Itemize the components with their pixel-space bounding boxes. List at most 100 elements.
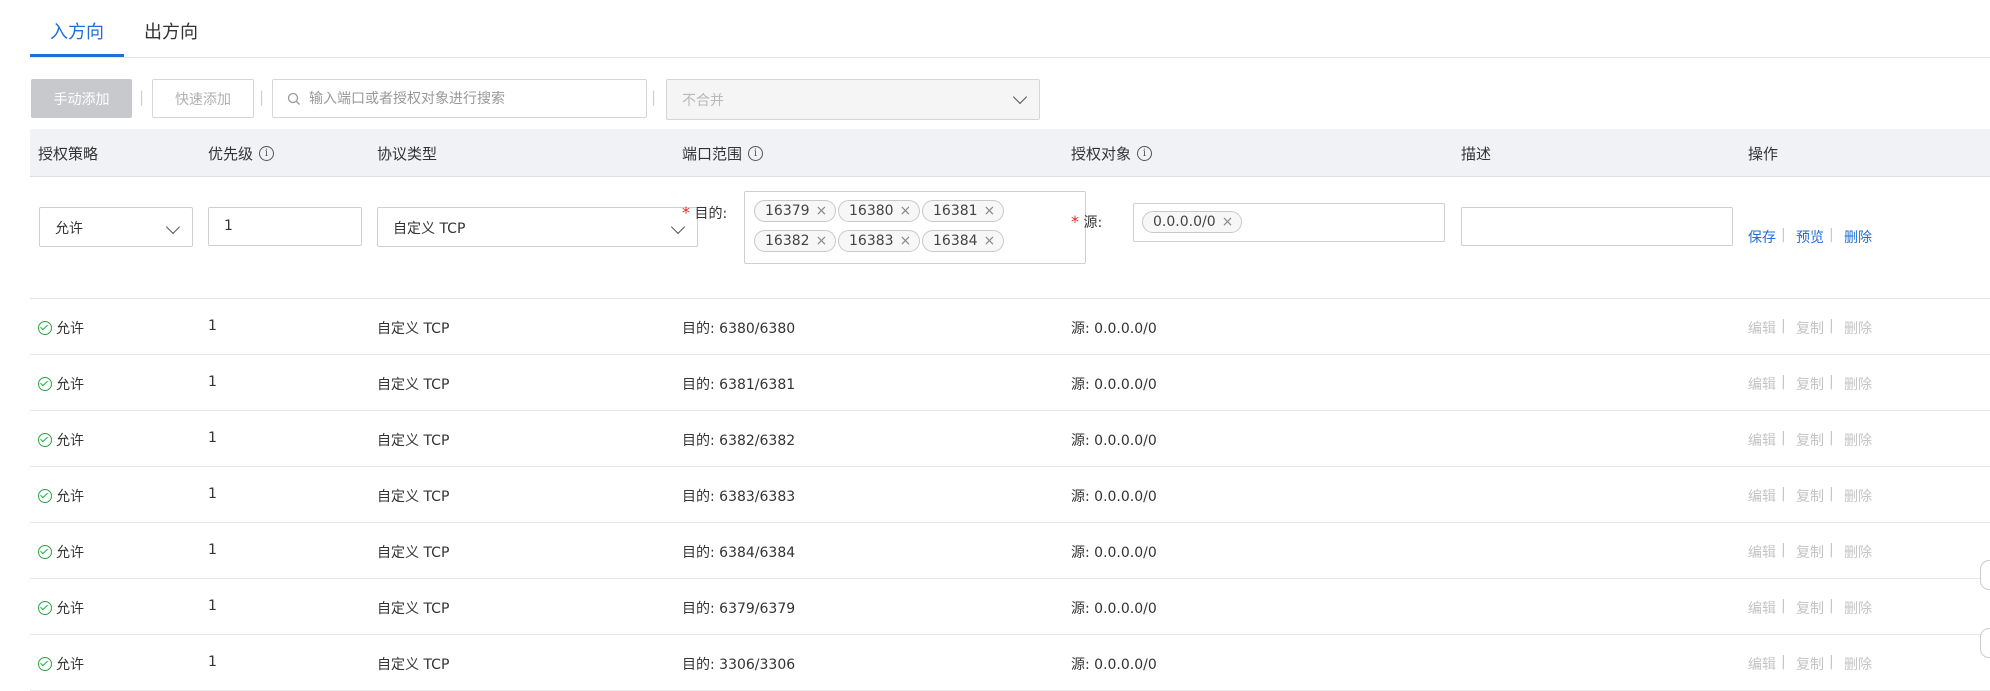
- protocol-cell: 自定义 TCP: [377, 321, 450, 337]
- search-icon: [287, 92, 300, 105]
- info-icon[interactable]: i: [1137, 146, 1153, 161]
- edit-link[interactable]: 编辑: [1748, 486, 1776, 506]
- delete-link[interactable]: 删除: [1844, 374, 1872, 394]
- check-circle-icon: [38, 657, 52, 671]
- src-label: * 源:: [1071, 212, 1103, 231]
- copy-link[interactable]: 复制: [1796, 598, 1824, 618]
- delete-link[interactable]: 删除: [1844, 486, 1872, 506]
- copy-link[interactable]: 复制: [1796, 486, 1824, 506]
- copy-link[interactable]: 复制: [1796, 430, 1824, 450]
- dest-label: * 目的:: [682, 203, 728, 222]
- policy-select[interactable]: 允许: [39, 207, 193, 247]
- priority-cell: 1: [208, 542, 217, 558]
- src-tags-input[interactable]: 0.0.0.0/0 ×: [1133, 203, 1445, 242]
- protocol-cell: 自定义 TCP: [377, 545, 450, 561]
- policy-cell: 允许: [38, 374, 84, 394]
- scroll-handle[interactable]: [1980, 628, 1990, 658]
- action-separator: |: [1781, 318, 1786, 334]
- tab-outbound[interactable]: 出方向: [144, 18, 198, 44]
- toolbar-separator: |: [651, 88, 657, 106]
- edit-link[interactable]: 编辑: [1748, 374, 1776, 394]
- delete-link[interactable]: 删除: [1844, 430, 1872, 450]
- edit-link[interactable]: 编辑: [1748, 654, 1776, 674]
- manual-add-button[interactable]: 手动添加: [31, 79, 132, 118]
- action-separator: |: [1781, 486, 1786, 502]
- close-icon[interactable]: ×: [816, 233, 828, 249]
- close-icon[interactable]: ×: [984, 233, 996, 249]
- edit-link[interactable]: 编辑: [1748, 430, 1776, 450]
- port-cell: 目的: 6383/6383: [682, 489, 796, 505]
- col-auth-object: 授权对象 i: [1071, 143, 1153, 164]
- col-port-range: 端口范围 i: [682, 143, 764, 164]
- port-tag: 16379 ×: [754, 200, 837, 222]
- save-link[interactable]: 保存: [1748, 227, 1776, 247]
- action-separator: |: [1829, 486, 1834, 502]
- copy-link[interactable]: 复制: [1796, 542, 1824, 562]
- priority-cell: 1: [208, 318, 217, 334]
- chevron-down-icon: [165, 219, 181, 235]
- protocol-cell: 自定义 TCP: [377, 601, 450, 617]
- check-circle-icon: [38, 489, 52, 503]
- info-icon[interactable]: i: [748, 146, 764, 161]
- table-row: 允许 1 自定义 TCP 目的: 6384/6384 源: 0.0.0.0/0 编辑 | 复制…: [30, 522, 1990, 579]
- policy-cell: 允许: [38, 318, 84, 338]
- dest-port-tags-input[interactable]: 16379 × 16380 × 16381 × 16382 × 16383 × 16384…: [744, 191, 1086, 264]
- source-cell: 源: 0.0.0.0/0: [1071, 321, 1157, 337]
- action-separator: |: [1829, 542, 1834, 558]
- policy-cell: 允许: [38, 486, 84, 506]
- delete-link[interactable]: 删除: [1844, 654, 1872, 674]
- copy-link[interactable]: 复制: [1796, 374, 1824, 394]
- close-icon[interactable]: ×: [900, 233, 912, 249]
- policy-cell: 允许: [38, 430, 84, 450]
- priority-input[interactable]: 1: [208, 207, 362, 246]
- edit-link[interactable]: 编辑: [1748, 318, 1776, 338]
- delete-link[interactable]: 删除: [1844, 542, 1872, 562]
- col-priority: 优先级 i: [208, 143, 275, 164]
- source-cell: 源: 0.0.0.0/0: [1071, 657, 1157, 673]
- action-separator: |: [1781, 430, 1786, 446]
- close-icon[interactable]: ×: [984, 203, 996, 219]
- port-cell: 目的: 6380/6380: [682, 321, 796, 337]
- action-separator: |: [1829, 374, 1834, 390]
- port-cell: 目的: 6382/6382: [682, 433, 796, 449]
- close-icon[interactable]: ×: [900, 203, 912, 219]
- delete-link[interactable]: 删除: [1844, 318, 1872, 338]
- edit-link[interactable]: 编辑: [1748, 542, 1776, 562]
- table-row: 允许 1 自定义 TCP 目的: 6381/6381 源: 0.0.0.0/0 编辑 | 复制…: [30, 354, 1990, 411]
- port-tag: 16380 ×: [838, 200, 921, 222]
- description-input[interactable]: [1461, 207, 1733, 246]
- action-separator: |: [1781, 542, 1786, 558]
- copy-link[interactable]: 复制: [1796, 654, 1824, 674]
- source-cell: 源: 0.0.0.0/0: [1071, 489, 1157, 505]
- scroll-handle[interactable]: [1980, 560, 1990, 590]
- col-description: 描述: [1461, 145, 1492, 163]
- merge-select-value: 不合并: [682, 93, 724, 109]
- edit-link[interactable]: 编辑: [1748, 598, 1776, 618]
- info-icon[interactable]: i: [259, 146, 275, 161]
- action-separator: |: [1829, 430, 1834, 446]
- delete-link[interactable]: 删除: [1844, 227, 1872, 247]
- tab-inbound[interactable]: 入方向: [50, 18, 104, 44]
- close-icon[interactable]: ×: [1222, 214, 1234, 230]
- action-separator: |: [1781, 227, 1786, 243]
- copy-link[interactable]: 复制: [1796, 318, 1824, 338]
- close-icon[interactable]: ×: [816, 203, 828, 219]
- check-circle-icon: [38, 601, 52, 615]
- search-input[interactable]: [307, 89, 631, 108]
- priority-cell: 1: [208, 374, 217, 390]
- delete-link[interactable]: 删除: [1844, 598, 1872, 618]
- protocol-cell: 自定义 TCP: [377, 657, 450, 673]
- table-row: 允许 1 自定义 TCP 目的: 6379/6379 源: 0.0.0.0/0 编辑 | 复制…: [30, 578, 1990, 635]
- merge-select[interactable]: 不合并: [666, 79, 1040, 120]
- policy-cell: 允许: [38, 598, 84, 618]
- preview-link[interactable]: 预览: [1796, 227, 1824, 247]
- port-tag: 16384 ×: [922, 230, 1005, 252]
- quick-add-button[interactable]: 快速添加: [152, 79, 254, 118]
- protocol-select[interactable]: 自定义 TCP: [377, 207, 698, 247]
- search-box: [272, 79, 647, 118]
- protocol-cell: 自定义 TCP: [377, 433, 450, 449]
- priority-cell: 1: [208, 486, 217, 502]
- table-row: 允许 1 自定义 TCP 目的: 3306/3306 源: 0.0.0.0/0 编辑 | 复制…: [30, 634, 1990, 691]
- action-separator: |: [1781, 374, 1786, 390]
- policy-cell: 允许: [38, 654, 84, 674]
